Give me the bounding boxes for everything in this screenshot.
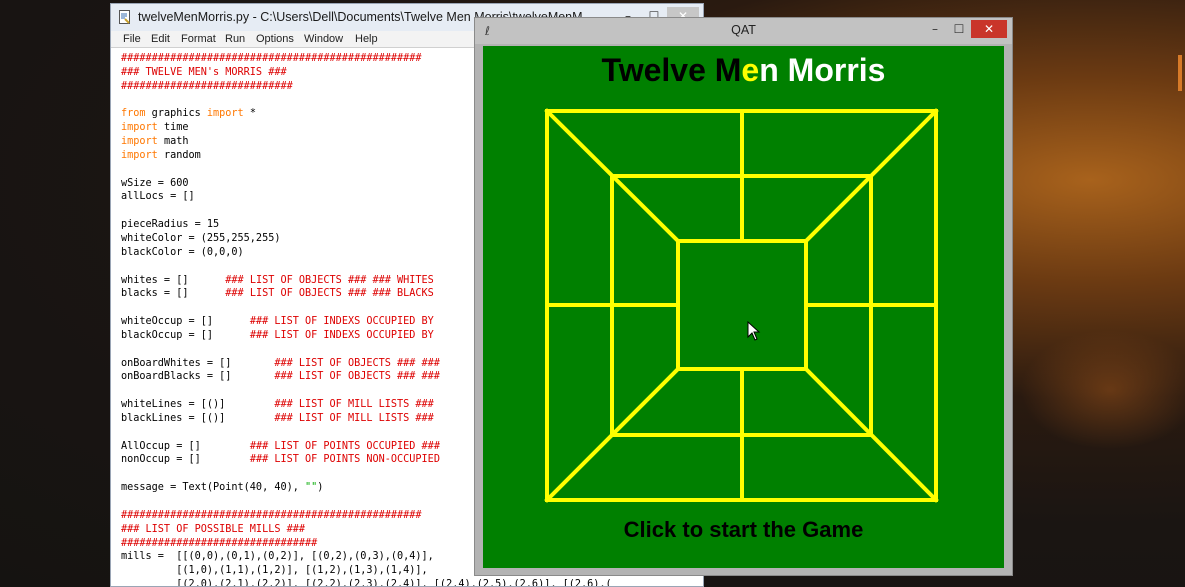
mouse-cursor-icon [747,321,761,341]
code-token: ### LIST OF MILL LISTS ### [274,399,434,411]
menu-options[interactable]: Options [256,33,294,45]
inner-square [676,239,808,371]
code-token: ### LIST OF POINTS NON-OCCUPIED [249,454,440,466]
code-token: whiteLines = [()] [121,399,275,411]
code-token: [(2,0),(2,1),(2,2)], [(2,2),(2,3),(2,4)]… [121,579,612,587]
code-token: nonOccup = [] [121,454,250,466]
code-token: ### TWELVE MEN's MORRIS ### [121,66,287,78]
code-token: wSize = 600 [121,177,189,189]
code-token: * [243,108,256,120]
code-token: allLocs = [] [121,191,195,203]
code-token: blackLines = [()] [121,412,275,424]
code-token: ################################ [121,537,318,549]
code-token: math [157,136,189,148]
code-token: ### LIST OF INDEXS OCCUPIED BY [249,329,434,341]
menu-format[interactable]: Format [181,33,216,45]
code-token: ### LIST OF POINTS OCCUPIED ### [249,440,440,452]
code-token: onBoardBlacks = [] [121,371,275,383]
code-token: graphics [145,108,207,120]
code-token: import [121,122,158,134]
code-token: message = Text(Point(40, 40), [121,482,306,494]
menu-file[interactable]: File [123,33,141,45]
code-line: [(2,0),(2,1),(2,2)], [(2,2),(2,3),(2,4)]… [121,578,612,587]
code-token: time [157,122,189,134]
qat-title-bar[interactable]: ℓ QAT – ☐ ✕ [475,18,1012,44]
code-token: import [206,108,244,120]
code-token: whiteOccup = [] [121,316,250,328]
code-token: blacks = [] [121,288,226,300]
menu-run[interactable]: Run [225,33,245,45]
code-token: ############################ [121,80,293,92]
code-token: ### LIST OF OBJECTS ### ### BLACKS [225,288,434,300]
code-token: ### LIST OF OBJECTS ### ### [274,371,440,383]
python-file-icon [119,10,130,24]
code-token: ### LIST OF POSSIBLE MILLS ### [121,523,306,535]
game-canvas[interactable]: Twelve Men Morris Click to start the Gam… [483,46,1004,568]
menu-window[interactable]: Window [304,33,343,45]
code-token: AllOccup = [] [121,440,250,452]
menu-help[interactable]: Help [355,33,378,45]
code-token: "" [305,482,318,494]
code-token: ### LIST OF OBJECTS ### ### WHITES [225,274,434,286]
code-token: ### LIST OF INDEXS OCCUPIED BY [249,316,434,328]
code-token: ### LIST OF OBJECTS ### ### [274,357,440,369]
code-token: random [157,149,201,161]
code-token: import [121,136,158,148]
code-token: onBoardWhites = [] [121,357,275,369]
minimize-button[interactable]: – [923,20,947,38]
code-token: ########################################… [121,509,422,521]
code-token: whites = [] [121,274,226,286]
code-token: [(1,0),(1,1),(1,2)], [(1,2),(1,3),(1,4)]… [121,565,428,577]
morris-board[interactable] [483,46,1004,568]
code-token: ) [317,482,324,494]
qat-game-window[interactable]: ℓ QAT – ☐ ✕ Twelve Men Morris Click to s… [474,17,1013,576]
code-token: from [121,108,146,120]
code-token: mills = [[(0,0),(0,1),(0,2)], [(0,2),(0,… [121,551,434,563]
menu-edit[interactable]: Edit [151,33,170,45]
background-window-edge [1178,55,1182,91]
maximize-button[interactable]: ☐ [947,20,971,38]
code-token: blackOccup = [] [121,329,250,341]
code-token: import [121,149,158,161]
code-token: whiteColor = (255,255,255) [121,232,281,244]
close-button[interactable]: ✕ [971,20,1007,38]
code-token: pieceRadius = 15 [121,219,220,231]
code-token: ########################################… [121,53,422,64]
code-token: blackColor = (0,0,0) [121,246,244,258]
background-glow [1020,330,1185,450]
status-message: Click to start the Game [623,517,864,542]
code-token: ### LIST OF MILL LISTS ### [274,412,434,424]
